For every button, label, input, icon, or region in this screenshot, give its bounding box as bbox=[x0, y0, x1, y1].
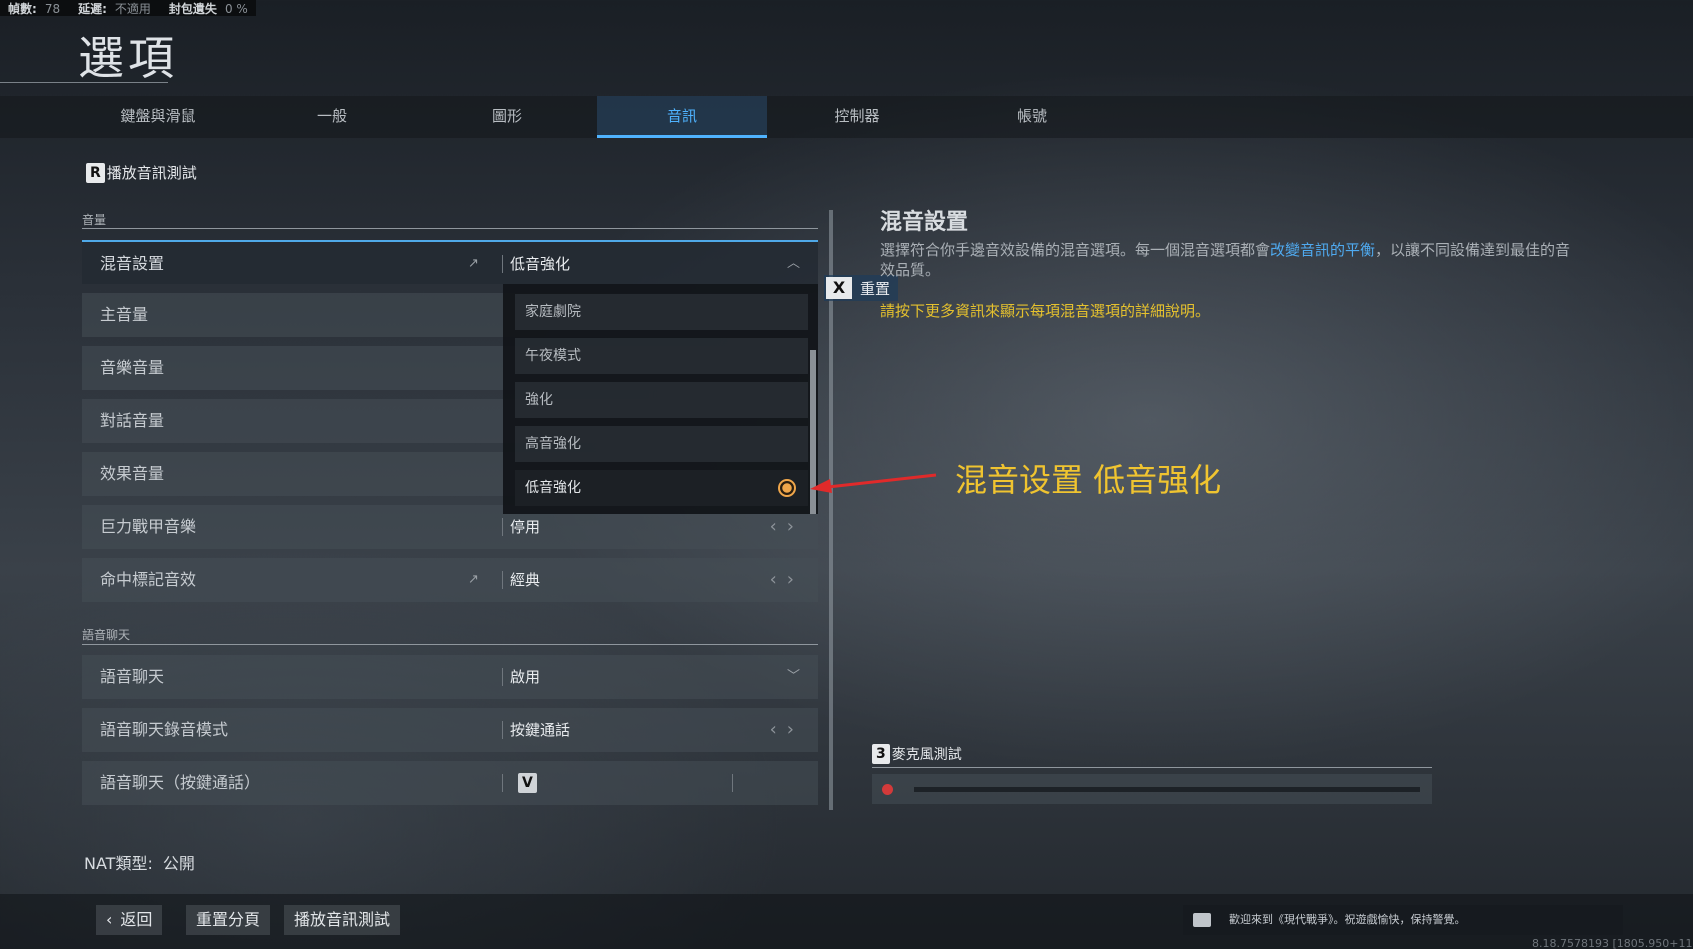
master-volume-label: 主音量 bbox=[100, 305, 149, 324]
play-audio-test-bottom-button[interactable]: 播放音訊測試 bbox=[284, 905, 401, 935]
record-dot-icon bbox=[882, 784, 893, 795]
mix-setting-dropdown: 家庭劇院 午夜模式 強化 高音強化 低音強化 bbox=[503, 284, 818, 514]
voice-chat-label: 語音聊天 bbox=[100, 667, 165, 686]
annotation-text: 混音设置 低音强化 bbox=[955, 461, 1222, 499]
latency-label: 延遲: bbox=[78, 2, 107, 16]
page-title: 選項 bbox=[78, 31, 178, 85]
reset-key-hint: X bbox=[826, 277, 852, 299]
push-to-talk-key[interactable]: V bbox=[518, 773, 537, 793]
reset-page-button[interactable]: 重置分頁 bbox=[186, 905, 271, 935]
row-separator bbox=[502, 255, 503, 273]
section-voice-chat-label: 語音聊天 bbox=[82, 628, 131, 642]
hitmarker-sound-label: 命中標記音效 bbox=[100, 570, 197, 589]
annotation-arrow-icon bbox=[810, 473, 937, 493]
mic-level-meter bbox=[872, 774, 1432, 804]
tab-keyboard-mouse[interactable]: 鍵盤與滑鼠 bbox=[73, 96, 243, 138]
fps-label: 幀數: bbox=[8, 2, 37, 16]
juggernaut-music-label: 巨力戰甲音樂 bbox=[100, 517, 197, 536]
tab-general[interactable]: 一般 bbox=[247, 96, 417, 138]
row-separator bbox=[502, 668, 503, 686]
hitmarker-sound-value: 經典 bbox=[510, 571, 541, 589]
music-volume-label: 音樂音量 bbox=[100, 358, 165, 377]
row-separator bbox=[732, 774, 733, 792]
tab-controller[interactable]: 控制器 bbox=[772, 96, 942, 138]
option-home-theater[interactable]: 家庭劇院 bbox=[515, 294, 808, 330]
chat-message-box[interactable]: 歡迎來到《現代戰爭》。祝遊戲愉快，保持警覺。 bbox=[1183, 905, 1623, 935]
back-label: 返回 bbox=[120, 910, 153, 929]
option-bass-boost[interactable]: 低音強化 bbox=[515, 470, 808, 506]
nat-type-value: 公開 bbox=[162, 854, 195, 873]
latency-value: 不適用 bbox=[114, 2, 151, 16]
voice-chat-value: 啟用 bbox=[510, 668, 541, 686]
push-to-talk-label: 語音聊天（按鍵通話） bbox=[100, 773, 261, 792]
performance-stats: 幀數: 78 延遲: 不適用 封包遺失 0 % bbox=[0, 0, 256, 16]
mix-setting-label: 混音設置 bbox=[100, 254, 165, 273]
packet-loss-label: 封包遺失 bbox=[168, 2, 217, 16]
option-midnight-mode[interactable]: 午夜模式 bbox=[515, 338, 808, 374]
voice-chat-row[interactable]: 語音聊天 啟用 ﹀ bbox=[82, 655, 818, 699]
effects-volume-label: 效果音量 bbox=[100, 464, 165, 483]
info-hint: 請按下更多資訊來顯示每項混音選項的詳細說明。 bbox=[880, 302, 1211, 320]
section-volume-divider bbox=[82, 228, 818, 229]
voice-record-mode-row[interactable]: 語音聊天錄音模式 按鍵通話 ‹› bbox=[82, 708, 818, 752]
row-separator bbox=[502, 721, 503, 739]
chat-bubble-icon bbox=[1193, 913, 1211, 927]
mic-test-button[interactable]: 3 麥克風測試 bbox=[872, 744, 962, 764]
reset-label: 重置 bbox=[860, 279, 891, 298]
push-to-talk-row[interactable]: 語音聊天（按鍵通話） V bbox=[82, 761, 818, 805]
mic-test-key-hint: 3 bbox=[872, 744, 890, 764]
mix-setting-row[interactable]: 混音設置 ↗ 低音強化 ︿ bbox=[82, 240, 818, 284]
voice-record-mode-value: 按鍵通話 bbox=[510, 721, 571, 739]
title-divider bbox=[0, 82, 168, 83]
option-boost[interactable]: 強化 bbox=[515, 382, 808, 418]
hitmarker-sound-row[interactable]: 命中標記音效 ↗ 經典 ‹› bbox=[82, 558, 818, 602]
play-audio-test-button[interactable]: R 播放音訊測試 bbox=[86, 162, 197, 183]
mic-test-divider bbox=[872, 767, 1432, 768]
row-separator bbox=[502, 571, 503, 589]
left-right-arrows-icon[interactable]: ‹› bbox=[770, 558, 804, 602]
chevron-up-icon[interactable]: ︿ bbox=[787, 242, 800, 286]
back-button[interactable]: ‹ 返回 bbox=[96, 905, 163, 935]
option-treble-boost[interactable]: 高音強化 bbox=[515, 426, 808, 462]
section-voice-chat-divider bbox=[82, 644, 818, 645]
nat-type-label: NAT類型: bbox=[84, 854, 153, 873]
voice-record-mode-label: 語音聊天錄音模式 bbox=[100, 720, 229, 739]
external-link-icon[interactable]: ↗ bbox=[468, 256, 483, 271]
fps-value: 78 bbox=[44, 2, 61, 16]
tab-account[interactable]: 帳號 bbox=[947, 96, 1117, 138]
audio-test-key-hint: R bbox=[86, 162, 105, 183]
dialogue-volume-label: 對話音量 bbox=[100, 411, 165, 430]
packet-loss-value: 0 % bbox=[224, 2, 248, 16]
left-right-arrows-icon[interactable]: ‹› bbox=[770, 708, 804, 752]
row-separator bbox=[502, 774, 503, 792]
info-highlight: 改變音訊的平衡 bbox=[1270, 241, 1376, 259]
info-title: 混音設置 bbox=[880, 210, 969, 235]
tab-graphics[interactable]: 圖形 bbox=[422, 96, 592, 138]
nat-type: NAT類型: 公開 bbox=[84, 850, 195, 874]
chevron-down-icon[interactable]: ﹀ bbox=[787, 655, 800, 699]
info-description: 選擇符合你手邊音效設備的混音選項。每一個混音選項都會改變音訊的平衡，以讓不同設備… bbox=[880, 241, 1571, 279]
section-volume-label: 音量 bbox=[82, 213, 107, 227]
row-separator bbox=[502, 518, 503, 536]
mic-level-track bbox=[914, 787, 1420, 792]
chat-message-text: 歡迎來到《現代戰爭》。祝遊戲愉快，保持警覺。 bbox=[1229, 913, 1466, 926]
radio-selected-icon bbox=[778, 479, 796, 497]
chevron-left-icon: ‹ bbox=[106, 910, 113, 929]
mic-test-label: 麥克風測試 bbox=[891, 747, 962, 763]
mix-setting-value: 低音強化 bbox=[510, 255, 571, 273]
tab-audio[interactable]: 音訊 bbox=[597, 96, 767, 138]
build-version: 8.18.7578193 [1805.950+11 bbox=[1532, 937, 1693, 949]
audio-test-label: 播放音訊測試 bbox=[106, 164, 197, 182]
external-link-icon[interactable]: ↗ bbox=[468, 572, 483, 587]
